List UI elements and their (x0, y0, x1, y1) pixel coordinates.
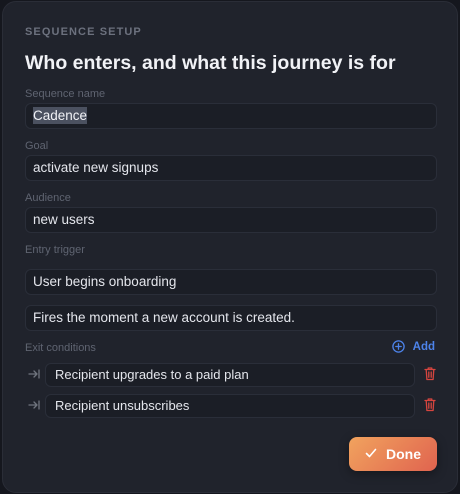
plus-circle-icon (391, 340, 405, 353)
goal-input[interactable]: activate new signups (25, 155, 437, 181)
goal-label: Goal (25, 140, 49, 152)
exit-arrow-icon (27, 398, 41, 417)
audience-label: Audience (25, 192, 71, 204)
sequence-name-input[interactable]: Cadence (25, 103, 437, 129)
dialog-title: Who enters, and what this journey is for (25, 52, 396, 74)
entry-trigger-label: Entry trigger (25, 244, 85, 256)
sequence-name-value: Cadence (33, 107, 88, 124)
add-exit-condition-button[interactable]: Add (391, 340, 435, 353)
exit-condition-row: Recipient upgrades to a paid plan (25, 363, 439, 387)
add-exit-condition-label: Add (412, 340, 435, 353)
done-button-label: Done (386, 446, 421, 462)
section-eyebrow: SEQUENCE SETUP (25, 26, 142, 38)
exit-condition-input[interactable]: Recipient upgrades to a paid plan (45, 363, 415, 387)
exit-condition-row: Recipient unsubscribes (25, 394, 439, 418)
sequence-name-label: Sequence name (25, 88, 106, 100)
entry-trigger-description-input[interactable]: Fires the moment a new account is create… (25, 305, 437, 331)
sequence-setup-dialog: SEQUENCE SETUP Who enters, and what this… (2, 1, 458, 493)
entry-trigger-input[interactable]: User begins onboarding (25, 269, 437, 295)
exit-arrow-icon (27, 367, 41, 386)
audience-input[interactable]: new users (25, 207, 437, 233)
exit-condition-input[interactable]: Recipient unsubscribes (45, 394, 415, 418)
trash-icon[interactable] (423, 366, 437, 386)
trash-icon[interactable] (423, 397, 437, 417)
done-button[interactable]: Done (349, 437, 437, 471)
check-icon (365, 446, 377, 462)
exit-conditions-label: Exit conditions (25, 342, 96, 354)
